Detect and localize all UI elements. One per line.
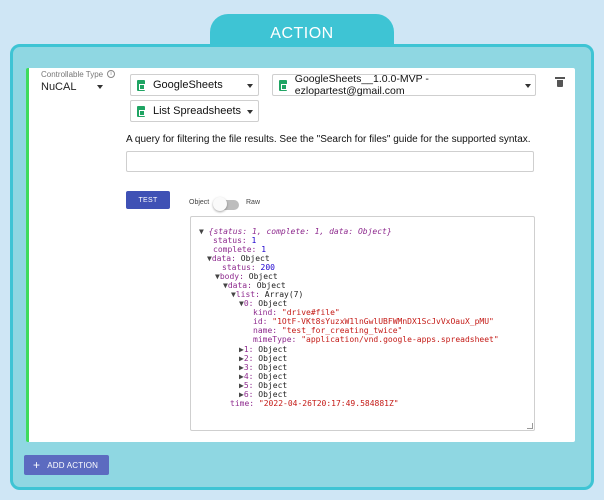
plus-icon: + (33, 458, 41, 472)
result-body-data-row[interactable]: ▼data: Object (223, 281, 286, 290)
controllable-type-select[interactable]: NuCAL (31, 78, 109, 96)
action-card: Controllable Type i NuCAL GoogleSheets G… (26, 68, 575, 442)
chevron-down-icon (97, 85, 103, 89)
result-item-row[interactable]: ▼0: Object (239, 299, 287, 308)
toggle-label-raw: Raw (246, 199, 261, 206)
info-icon[interactable]: i (107, 70, 115, 78)
view-toggle-knob[interactable] (213, 197, 227, 211)
google-sheets-icon (279, 79, 287, 91)
result-item-row[interactable]: ▶6: Object (239, 390, 287, 399)
integration-select[interactable]: GoogleSheets (130, 74, 259, 96)
chevron-down-icon (247, 110, 253, 114)
result-row: time: "2022-04-26T20:17:49.584881Z" (230, 399, 399, 408)
result-row: name: "test_for_creating_twice" (253, 326, 403, 335)
google-sheets-icon (137, 79, 145, 91)
chevron-down-icon (525, 84, 531, 88)
result-list-row[interactable]: ▼list: Array(7) (231, 290, 303, 299)
result-item-row[interactable]: ▶3: Object (239, 363, 287, 372)
result-item-row[interactable]: ▶4: Object (239, 372, 287, 381)
header-title: ACTION (270, 25, 334, 42)
integration-value: GoogleSheets (153, 79, 223, 91)
method-value: List Spreadsheets (153, 105, 242, 117)
toggle-label-object: Object (189, 199, 210, 206)
add-action-button[interactable]: + ADD ACTION (24, 455, 109, 475)
add-action-label: ADD ACTION (47, 460, 99, 470)
result-item-row[interactable]: ▶1: Object (239, 345, 287, 354)
result-row: status: 200 (222, 263, 275, 272)
method-select[interactable]: List Spreadsheets (130, 100, 259, 122)
query-description: A query for filtering the file results. … (126, 134, 531, 145)
result-data-row[interactable]: ▼data: Object (207, 254, 270, 263)
result-row: complete: 1 (213, 245, 267, 254)
controllable-type-value: NuCAL (41, 81, 77, 93)
chevron-down-icon (247, 84, 253, 88)
result-item-row[interactable]: ▶2: Object (239, 354, 287, 363)
result-body-row[interactable]: ▼body: Object (215, 272, 278, 281)
result-root-row[interactable]: ▼ {status: 1, complete: 1, data: Object} (199, 227, 392, 236)
result-viewer[interactable]: ▼ {status: 1, complete: 1, data: Object}… (190, 216, 535, 431)
account-value: GoogleSheets__1.0.0-MVP - ezlopartest@gm… (294, 73, 429, 97)
result-row: mimeType: "application/vnd.google-apps.s… (253, 335, 499, 344)
account-select[interactable]: GoogleSheets__1.0.0-MVP - ezlopartest@gm… (272, 73, 536, 97)
resize-handle[interactable] (527, 423, 533, 429)
test-button[interactable]: TEST (126, 191, 170, 209)
result-row: status: 1 (213, 236, 257, 245)
result-row: kind: "drive#file" (253, 308, 340, 317)
google-sheets-icon (137, 105, 145, 117)
query-input[interactable] (126, 151, 534, 172)
result-item-row[interactable]: ▶5: Object (239, 381, 287, 390)
expand-triangle-icon[interactable]: ▼ (199, 227, 204, 236)
result-row: id: "1OtF-VKt8sYuzxW1lnGwlUBFWMnDX1ScJvV… (253, 317, 494, 326)
trash-icon[interactable] (555, 77, 565, 87)
